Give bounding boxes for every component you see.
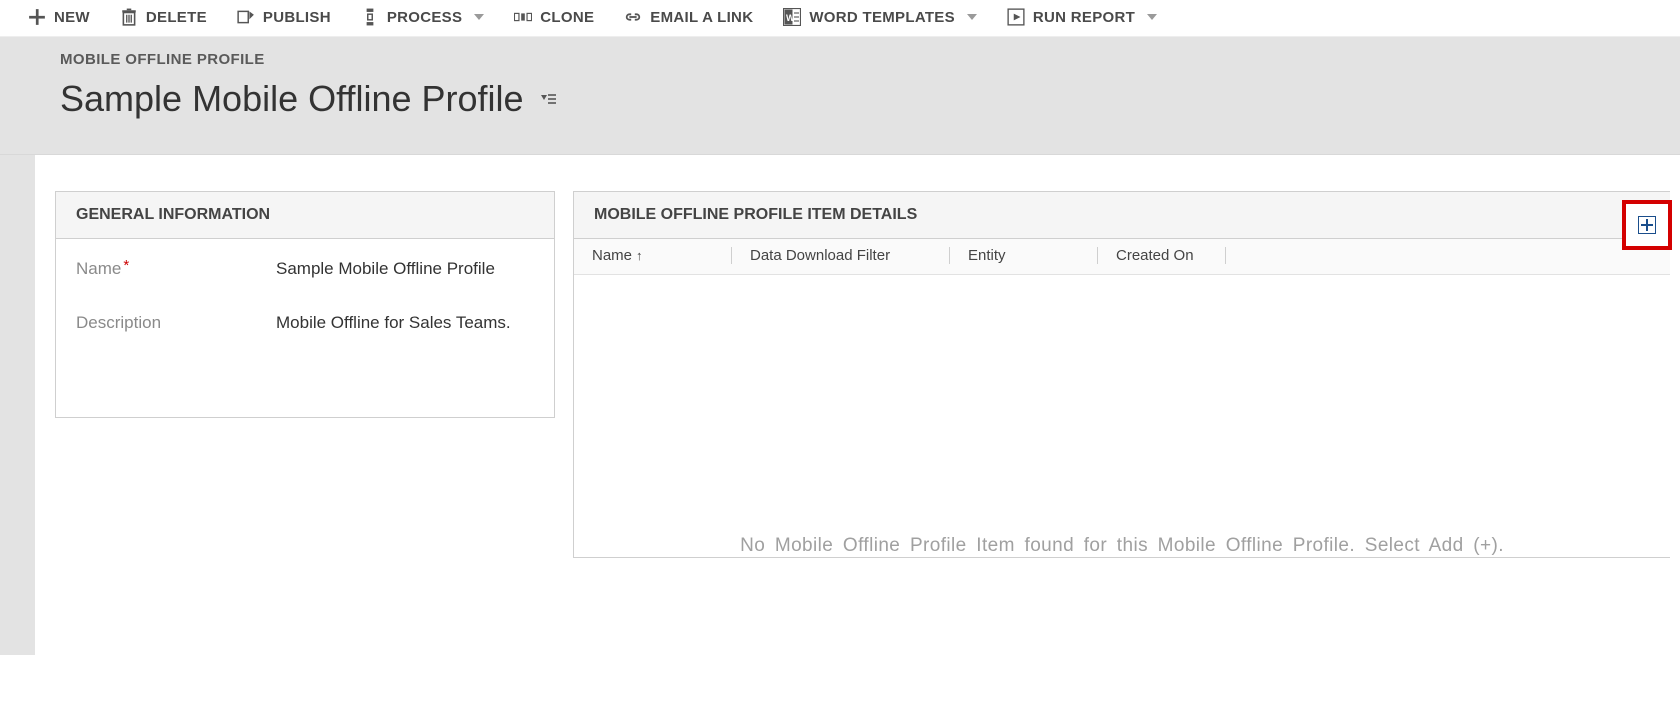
- sort-asc-icon: ↑: [636, 248, 643, 263]
- caret-down-icon: [1147, 14, 1157, 20]
- publish-label: PUBLISH: [263, 9, 331, 26]
- clone-label: CLONE: [540, 9, 594, 26]
- profile-item-details-panel: MOBILE OFFLINE PROFILE ITEM DETAILS Name…: [573, 191, 1670, 558]
- clone-button[interactable]: CLONE: [514, 8, 594, 26]
- delete-label: DELETE: [146, 9, 207, 26]
- process-label: PROCESS: [387, 9, 462, 26]
- word-templates-button[interactable]: W WORD TEMPLATES: [783, 8, 977, 26]
- publish-icon: [237, 8, 255, 26]
- grid-empty-message: No Mobile Offline Profile Item found for…: [574, 275, 1670, 557]
- publish-button[interactable]: PUBLISH: [237, 8, 331, 26]
- general-information-panel: GENERAL INFORMATION Name* Sample Mobile …: [55, 191, 555, 418]
- link-icon: [624, 8, 642, 26]
- grid-header: Name ↑ Data Download Filter Entity Creat…: [574, 239, 1670, 275]
- trash-icon: [120, 8, 138, 26]
- required-star-icon: *: [123, 257, 129, 274]
- word-templates-label: WORD TEMPLATES: [809, 9, 955, 26]
- description-value[interactable]: Mobile Offline for Sales Teams.: [276, 313, 511, 333]
- profile-item-details-title: MOBILE OFFLINE PROFILE ITEM DETAILS: [594, 206, 917, 224]
- email-link-label: EMAIL A LINK: [650, 9, 753, 26]
- column-name-label: Name: [592, 247, 632, 264]
- add-item-button[interactable]: [1622, 200, 1672, 250]
- caret-down-icon: [474, 14, 484, 20]
- field-description: Description Mobile Offline for Sales Tea…: [76, 313, 536, 333]
- report-icon: [1007, 8, 1025, 26]
- run-report-label: RUN REPORT: [1033, 9, 1135, 26]
- column-name[interactable]: Name ↑: [592, 247, 732, 264]
- column-entity[interactable]: Entity: [968, 247, 1098, 264]
- process-icon: [361, 8, 379, 26]
- plus-icon: [28, 8, 46, 26]
- svg-text:W: W: [786, 13, 795, 23]
- column-created-on[interactable]: Created On: [1116, 247, 1226, 264]
- column-data-download-filter[interactable]: Data Download Filter: [750, 247, 950, 264]
- run-report-button[interactable]: RUN REPORT: [1007, 8, 1157, 26]
- name-label: Name*: [76, 259, 276, 279]
- caret-down-icon: [967, 14, 977, 20]
- new-label: NEW: [54, 9, 90, 26]
- form-body: GENERAL INFORMATION Name* Sample Mobile …: [0, 155, 1680, 655]
- record-title: Sample Mobile Offline Profile: [60, 78, 524, 120]
- plus-icon: [1638, 216, 1656, 234]
- entity-label: MOBILE OFFLINE PROFILE: [60, 51, 1680, 68]
- new-button[interactable]: NEW: [28, 8, 90, 26]
- description-label: Description: [76, 313, 276, 333]
- delete-button[interactable]: DELETE: [120, 8, 207, 26]
- profile-item-details-header: MOBILE OFFLINE PROFILE ITEM DETAILS: [574, 192, 1670, 239]
- field-name: Name* Sample Mobile Offline Profile: [76, 259, 536, 279]
- process-button[interactable]: PROCESS: [361, 8, 484, 26]
- clone-icon: [514, 8, 532, 26]
- general-information-header: GENERAL INFORMATION: [56, 192, 554, 239]
- name-label-text: Name: [76, 259, 121, 278]
- form-selector[interactable]: [538, 92, 556, 106]
- email-link-button[interactable]: EMAIL A LINK: [624, 8, 753, 26]
- record-header: MOBILE OFFLINE PROFILE Sample Mobile Off…: [0, 37, 1680, 155]
- word-icon: W: [783, 8, 801, 26]
- name-value[interactable]: Sample Mobile Offline Profile: [276, 259, 495, 279]
- form-selector-icon: [538, 92, 556, 106]
- command-bar: NEW DELETE PUBLISH PROCESS: [0, 0, 1680, 37]
